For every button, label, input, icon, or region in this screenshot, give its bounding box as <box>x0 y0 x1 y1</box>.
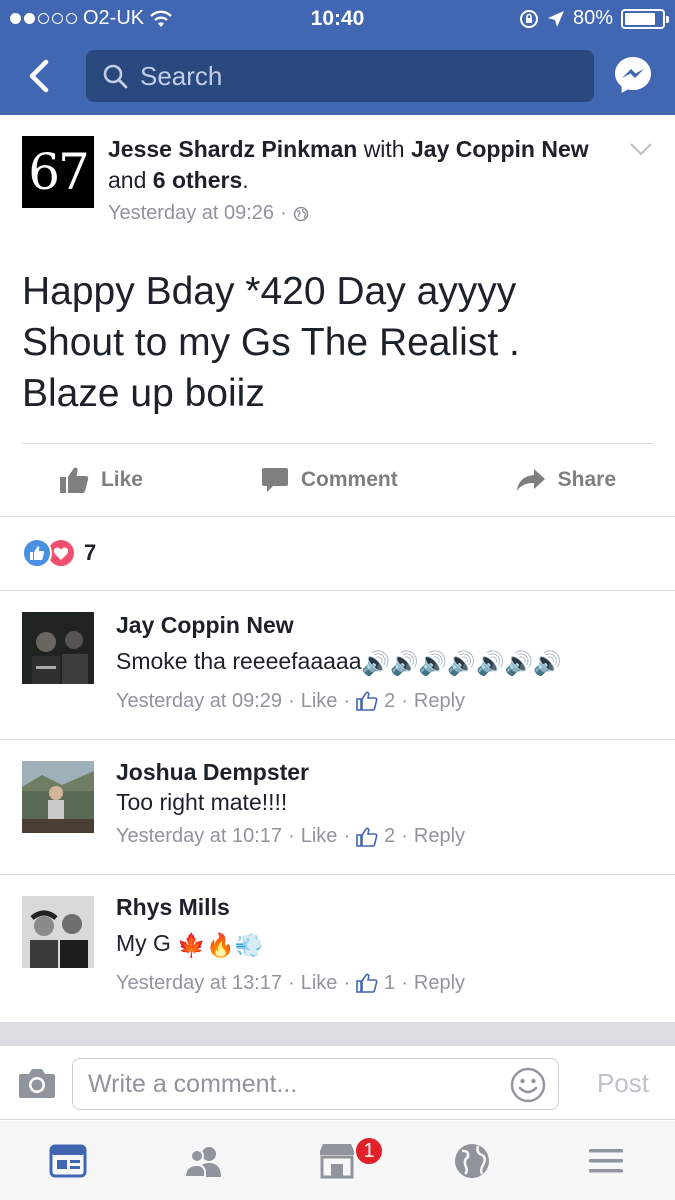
divider <box>0 739 675 740</box>
post-button[interactable]: Post <box>597 1068 649 1099</box>
tagged-name-link[interactable]: Jay Coppin New <box>411 136 589 162</box>
comment-timestamp: Yesterday at 13:17 <box>116 971 283 994</box>
back-arrow-icon[interactable] <box>22 56 58 96</box>
friends-icon[interactable] <box>183 1141 223 1181</box>
post-meta: Yesterday at 09:26 · <box>108 202 309 225</box>
comment-like-button[interactable]: Like <box>301 825 338 848</box>
commenter-avatar[interactable] <box>22 612 94 684</box>
top-bar: O2-UK 10:40 80% Search <box>0 0 675 115</box>
marketplace-icon[interactable] <box>317 1141 357 1181</box>
search-placeholder: Search <box>140 60 223 91</box>
chevron-down-icon[interactable] <box>629 140 653 158</box>
thumbs-up-outline-icon <box>356 827 378 847</box>
comment-reply-button[interactable]: Reply <box>414 825 465 848</box>
search-input[interactable]: Search <box>86 50 594 102</box>
comment-input[interactable]: Write a comment... <box>72 1058 559 1110</box>
comment-button[interactable]: Comment <box>261 466 398 494</box>
and-text: and <box>108 167 147 193</box>
divider <box>0 516 675 517</box>
notifications-globe-icon[interactable] <box>452 1141 492 1181</box>
commenter-avatar[interactable] <box>22 761 94 833</box>
comment-placeholder: Write a comment... <box>88 1069 298 1098</box>
comment-like-button[interactable]: Like <box>301 972 338 995</box>
commenter-name[interactable]: Rhys Mills <box>116 892 656 922</box>
emoji-smile-icon[interactable] <box>510 1067 546 1103</box>
others-link[interactable]: 6 others <box>153 167 242 193</box>
comment-reply-button[interactable]: Reply <box>414 690 465 713</box>
comment-like-count: 1 <box>384 971 396 994</box>
thumbs-up-outline-icon <box>356 692 378 712</box>
news-feed-icon[interactable] <box>48 1141 88 1181</box>
post-timestamp[interactable]: Yesterday at 09:26 <box>108 202 274 225</box>
with-text: with <box>363 136 405 162</box>
share-button[interactable]: Share <box>516 468 616 492</box>
comment-meta: Yesterday at 13:17 · Like · 1 · Reply <box>116 971 466 995</box>
leaf-fire-dash-emoji: 🍁🔥💨 <box>177 931 264 958</box>
share-label: Share <box>557 468 617 491</box>
like-reaction-icon <box>22 538 52 568</box>
commenter-name[interactable]: Joshua Dempster <box>116 757 656 787</box>
comment-text: Too right mate!!!! <box>116 789 288 815</box>
comment-icon <box>261 468 288 492</box>
status-right: 80% <box>519 7 669 30</box>
comment-body: Jay Coppin New Smoke tha reeeefaaaaa🔊🔊🔊🔊… <box>116 610 656 713</box>
divider <box>0 874 675 875</box>
comment-label: Comment <box>300 468 398 491</box>
comment-body: Joshua Dempster Too right mate!!!! Yeste… <box>116 757 656 848</box>
commenter-name[interactable]: Jay Coppin New <box>116 610 656 640</box>
comment-like-button[interactable]: Like <box>301 690 338 713</box>
post-text: Happy Bday *420 Day ayyyy Shout to my Gs… <box>22 270 520 415</box>
post-author-avatar[interactable]: 67 <box>22 136 94 208</box>
like-button[interactable]: Like <box>59 466 143 494</box>
bottom-tab-bar <box>0 1121 675 1200</box>
menu-hamburger-icon[interactable] <box>586 1141 626 1181</box>
notification-badge: 1 <box>354 1136 384 1166</box>
thumbs-up-outline-icon <box>356 974 378 994</box>
comment-text: My G 🍁🔥💨 <box>116 928 656 960</box>
reaction-count: 7 <box>84 540 97 565</box>
camera-icon[interactable] <box>18 1066 56 1100</box>
author-name-link[interactable]: Jesse Shardz Pinkman <box>108 136 357 162</box>
comment-text-content: Smoke tha reeeefaaaaa <box>116 648 362 674</box>
search-icon <box>103 64 128 89</box>
rotation-lock-icon <box>519 9 538 28</box>
messenger-icon[interactable] <box>613 55 653 95</box>
divider <box>22 443 653 444</box>
commenter-avatar[interactable] <box>22 896 94 968</box>
divider <box>0 590 675 591</box>
globe-icon <box>293 206 309 221</box>
post-author-line: Jesse Shardz Pinkman with Jay Coppin New… <box>108 136 589 193</box>
comment-text-content: My G <box>116 930 171 956</box>
share-arrow-icon <box>516 469 545 491</box>
comment-body: Rhys Mills My G 🍁🔥💨 Yesterday at 13:17 ·… <box>116 892 656 995</box>
reactions-summary[interactable]: 7 <box>22 538 96 568</box>
comment-reply-button[interactable]: Reply <box>414 972 465 995</box>
comment-composer: Write a comment... Post <box>0 1046 675 1120</box>
battery-icon <box>621 8 669 29</box>
status-bar: O2-UK 10:40 80% <box>0 0 675 38</box>
like-label: Like <box>100 468 143 491</box>
speaker-emoji: 🔊🔊🔊🔊🔊🔊🔊 <box>361 649 562 676</box>
comment-like-count: 2 <box>384 689 396 712</box>
comment-text: Smoke tha reeeefaaaaa🔊🔊🔊🔊🔊🔊🔊 <box>116 646 656 678</box>
comment-timestamp: Yesterday at 10:17 <box>116 825 283 847</box>
comment-timestamp: Yesterday at 09:29 <box>116 689 283 712</box>
location-arrow-icon <box>547 10 564 27</box>
comment-like-count: 2 <box>384 825 396 847</box>
comment-meta: Yesterday at 09:29 · Like · 2 · Reply <box>116 689 466 713</box>
comment-meta: Yesterday at 10:17 · Like · 2 · Reply <box>116 825 466 848</box>
section-separator <box>0 1022 675 1046</box>
thumbs-up-icon <box>59 467 89 493</box>
post-actions: Like Comment Share <box>0 445 675 515</box>
battery-percent: 80% <box>572 7 613 29</box>
